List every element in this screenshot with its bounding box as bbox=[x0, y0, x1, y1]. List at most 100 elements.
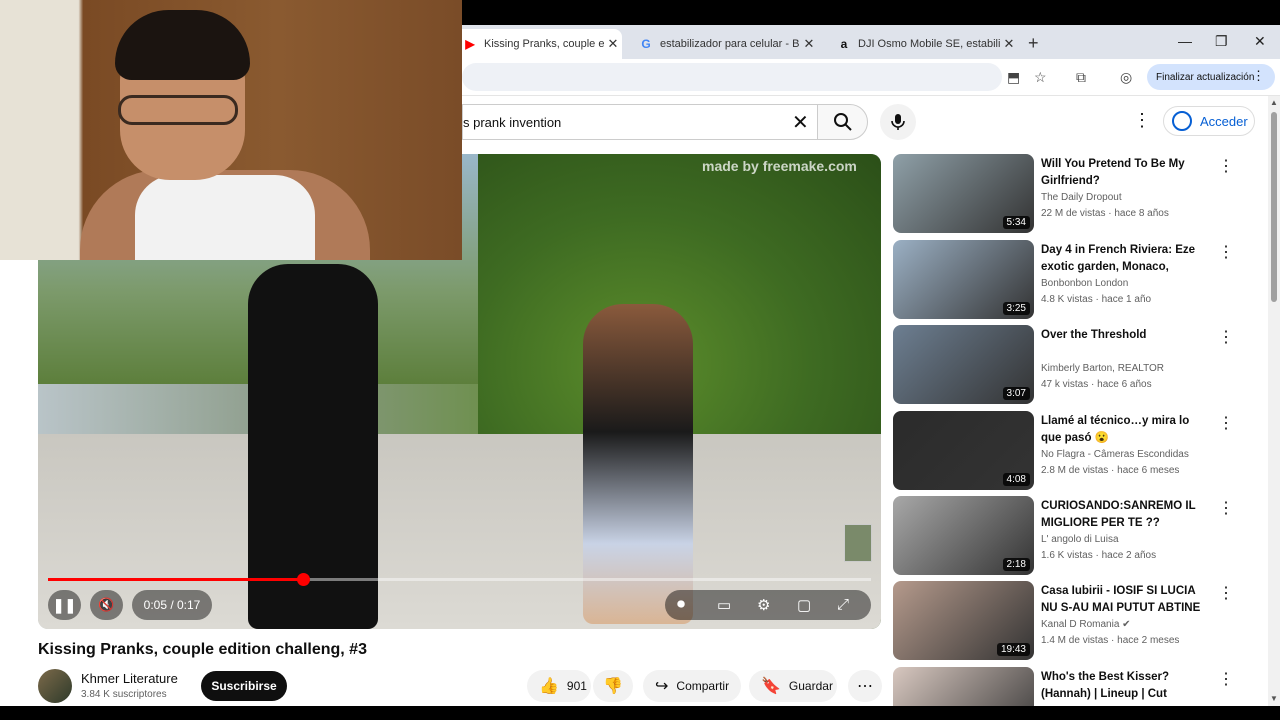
recommendation-meta: 2.8 M de vistas · hace 6 meses bbox=[1041, 465, 1180, 476]
webcam-person-hair bbox=[115, 10, 250, 80]
recommendation-channel[interactable]: No Flagra - Câmeras Escondidas bbox=[1041, 449, 1189, 460]
recommendation-item[interactable]: 3:25 Day 4 in French Riviera: Eze exotic … bbox=[893, 240, 1234, 320]
more-vertical-icon[interactable]: ⋮ bbox=[1218, 669, 1234, 689]
address-bar[interactable] bbox=[462, 63, 1002, 91]
tab-youtube[interactable]: ▶ Kissing Pranks, couple edition c ✕ bbox=[452, 29, 622, 59]
recommendation-channel[interactable]: Kimberly Barton, REALTOR bbox=[1041, 363, 1164, 374]
recommendation-title[interactable]: Will You Pretend To Be My Girlfriend? bbox=[1041, 156, 1211, 190]
recommendation-title[interactable]: Who's the Best Kisser? (Hannah) | Lineup… bbox=[1041, 669, 1211, 703]
tab-google[interactable]: G estabilizador para celular - Bus ✕ bbox=[628, 29, 818, 59]
recommendation-title[interactable]: Casa Iubirii - IOSIF SI LUCIA NU S-AU MA… bbox=[1041, 583, 1211, 617]
video-duration: 3:07 bbox=[1002, 387, 1030, 400]
thumbs-down-icon: 👎 bbox=[603, 678, 623, 695]
tab-label: estabilizador para celular - Bus bbox=[660, 38, 800, 50]
update-button[interactable]: Finalizar actualización ⋮ bbox=[1147, 64, 1275, 90]
progress-played bbox=[48, 578, 304, 581]
tab-amazon[interactable]: a DJI Osmo Mobile SE, estabilizad ✕ bbox=[826, 29, 1018, 59]
more-vertical-icon[interactable]: ⋮ bbox=[1218, 498, 1234, 518]
settings-gear-icon[interactable]: ⚙ bbox=[757, 596, 770, 614]
recommendation-title[interactable]: Llamé al técnico…y mira lo que pasó 😮 bbox=[1041, 413, 1211, 447]
scroll-down-arrow-icon[interactable]: ▼ bbox=[1270, 694, 1278, 703]
recommendation-channel[interactable]: Bonbonbon London bbox=[1041, 278, 1128, 289]
search-input[interactable]: s prank invention bbox=[462, 104, 817, 140]
search-button[interactable] bbox=[817, 104, 868, 140]
extensions-icon[interactable]: ⧉ bbox=[1076, 69, 1086, 86]
recommendation-channel[interactable]: Kanal D Romania ✔ bbox=[1041, 619, 1131, 630]
recommendation-item[interactable]: 2:18 CURIOSANDO:SANREMO IL MIGLIORE PER T… bbox=[893, 496, 1234, 576]
more-vertical-icon[interactable]: ⋮ bbox=[1218, 242, 1234, 262]
voice-search-button[interactable] bbox=[880, 104, 916, 140]
search-query: s prank invention bbox=[463, 114, 562, 130]
sign-in-label: Acceder bbox=[1200, 113, 1248, 129]
recommendation-thumbnail[interactable]: 3:25 bbox=[893, 240, 1034, 319]
recommendation-meta: 1.4 M de vistas · hace 2 meses bbox=[1041, 635, 1180, 646]
scrollbar-thumb[interactable] bbox=[1271, 112, 1277, 302]
recommendation-meta: 22 M de vistas · hace 8 años bbox=[1041, 208, 1169, 219]
sign-in-button[interactable]: Acceder bbox=[1163, 106, 1255, 136]
browser-menu-icon[interactable]: ⋮ bbox=[1252, 68, 1265, 84]
new-tab-button[interactable]: + bbox=[1028, 33, 1039, 54]
tab-close-icon[interactable]: ✕ bbox=[1000, 36, 1018, 52]
more-vertical-icon[interactable]: ⋮ bbox=[1218, 156, 1234, 176]
muted-speaker-icon: 🔇 bbox=[98, 597, 115, 612]
channel-watermark-thumbnail[interactable] bbox=[844, 524, 872, 562]
tab-close-icon[interactable]: ✕ bbox=[800, 36, 818, 52]
page-scrollbar[interactable]: ▲ ▼ bbox=[1268, 96, 1280, 720]
more-vertical-icon[interactable]: ⋮ bbox=[1218, 327, 1234, 347]
more-horizontal-icon: ⋯ bbox=[857, 678, 873, 695]
recommendation-title[interactable]: CURIOSANDO:SANREMO IL MIGLIORE PER TE ?? bbox=[1041, 498, 1211, 532]
search-icon bbox=[833, 113, 852, 131]
close-window-icon[interactable]: ✕ bbox=[1254, 33, 1266, 50]
subscribe-button[interactable]: Suscribirse bbox=[201, 671, 287, 701]
screen: { "browser": { "tabs": [ {"label": "Kiss… bbox=[0, 0, 1280, 720]
share-label: Compartir bbox=[676, 679, 730, 693]
recommendation-title[interactable]: Day 4 in French Riviera: Eze exotic gard… bbox=[1041, 242, 1211, 276]
google-icon: G bbox=[641, 37, 651, 51]
like-button[interactable]: 👍 901 bbox=[527, 670, 591, 702]
channel-avatar[interactable] bbox=[38, 669, 72, 703]
recommendation-item[interactable]: 4:08 Llamé al técnico…y mira lo que pasó … bbox=[893, 411, 1234, 491]
minimize-icon[interactable]: — bbox=[1178, 33, 1192, 49]
video-duration: 4:08 bbox=[1002, 473, 1030, 486]
more-vertical-icon[interactable]: ⋮ bbox=[1218, 583, 1234, 603]
channel-name[interactable]: Khmer Literature bbox=[81, 671, 178, 686]
recommendation-thumbnail[interactable]: 19:43 bbox=[893, 581, 1034, 660]
share-button[interactable]: ↪ Compartir bbox=[643, 670, 741, 702]
fullscreen-icon[interactable]: ⤢ bbox=[837, 596, 849, 613]
pause-button[interactable]: ❚❚ bbox=[48, 590, 81, 620]
recommendation-channel[interactable]: L' angolo di Luisa bbox=[1041, 534, 1119, 545]
settings-menu-icon[interactable]: ⋮ bbox=[1133, 110, 1151, 131]
recommendation-channel[interactable]: The Daily Dropout bbox=[1041, 192, 1122, 203]
recommendation-item[interactable]: 3:07 Over the Threshold Kimberly Barton, R… bbox=[893, 325, 1234, 405]
autoplay-toggle-icon[interactable]: ⏺ bbox=[677, 596, 685, 614]
save-button[interactable]: 🔖 Guardar bbox=[749, 670, 837, 702]
theater-mode-icon[interactable]: ▢ bbox=[797, 596, 811, 614]
recommendation-meta: 4.8 K vistas · hace 1 año bbox=[1041, 294, 1152, 305]
video-title: Kissing Pranks, couple edition challeng,… bbox=[38, 641, 367, 658]
bookmark-star-icon[interactable]: ☆ bbox=[1034, 69, 1047, 86]
install-app-icon[interactable]: ⬒ bbox=[1007, 69, 1020, 86]
tab-close-icon[interactable]: ✕ bbox=[604, 36, 622, 52]
profile-icon[interactable]: ◎ bbox=[1120, 69, 1132, 86]
subscriber-count: 3.84 K suscriptores bbox=[81, 689, 167, 700]
mute-button[interactable]: 🔇 bbox=[90, 590, 123, 620]
screen-bottom-border bbox=[0, 706, 1280, 720]
recommendation-thumbnail[interactable]: 3:07 bbox=[893, 325, 1034, 404]
dislike-button[interactable]: 👎 bbox=[593, 670, 633, 702]
youtube-icon: ▶ bbox=[465, 37, 475, 51]
amazon-icon: a bbox=[840, 37, 848, 51]
recommendation-item[interactable]: 19:43 Casa Iubirii - IOSIF SI LUCIA NU S-… bbox=[893, 581, 1234, 661]
clear-search-icon[interactable]: ✕ bbox=[792, 110, 809, 135]
more-vertical-icon[interactable]: ⋮ bbox=[1218, 413, 1234, 433]
recommendation-item[interactable]: 5:34 Will You Pretend To Be My Girlfriend… bbox=[893, 154, 1234, 234]
scroll-up-arrow-icon[interactable]: ▲ bbox=[1270, 98, 1278, 107]
subtitles-icon[interactable]: ▭ bbox=[717, 596, 731, 614]
recommendation-thumbnail[interactable]: 2:18 bbox=[893, 496, 1034, 575]
recommendation-thumbnail[interactable]: 4:08 bbox=[893, 411, 1034, 490]
more-actions-button[interactable]: ⋯ bbox=[848, 670, 882, 702]
progress-bar[interactable] bbox=[48, 573, 871, 586]
maximize-icon[interactable]: ❐ bbox=[1215, 33, 1228, 50]
recommendation-title[interactable]: Over the Threshold bbox=[1041, 327, 1211, 344]
recommendation-thumbnail[interactable]: 5:34 bbox=[893, 154, 1034, 233]
account-icon bbox=[1172, 111, 1192, 131]
